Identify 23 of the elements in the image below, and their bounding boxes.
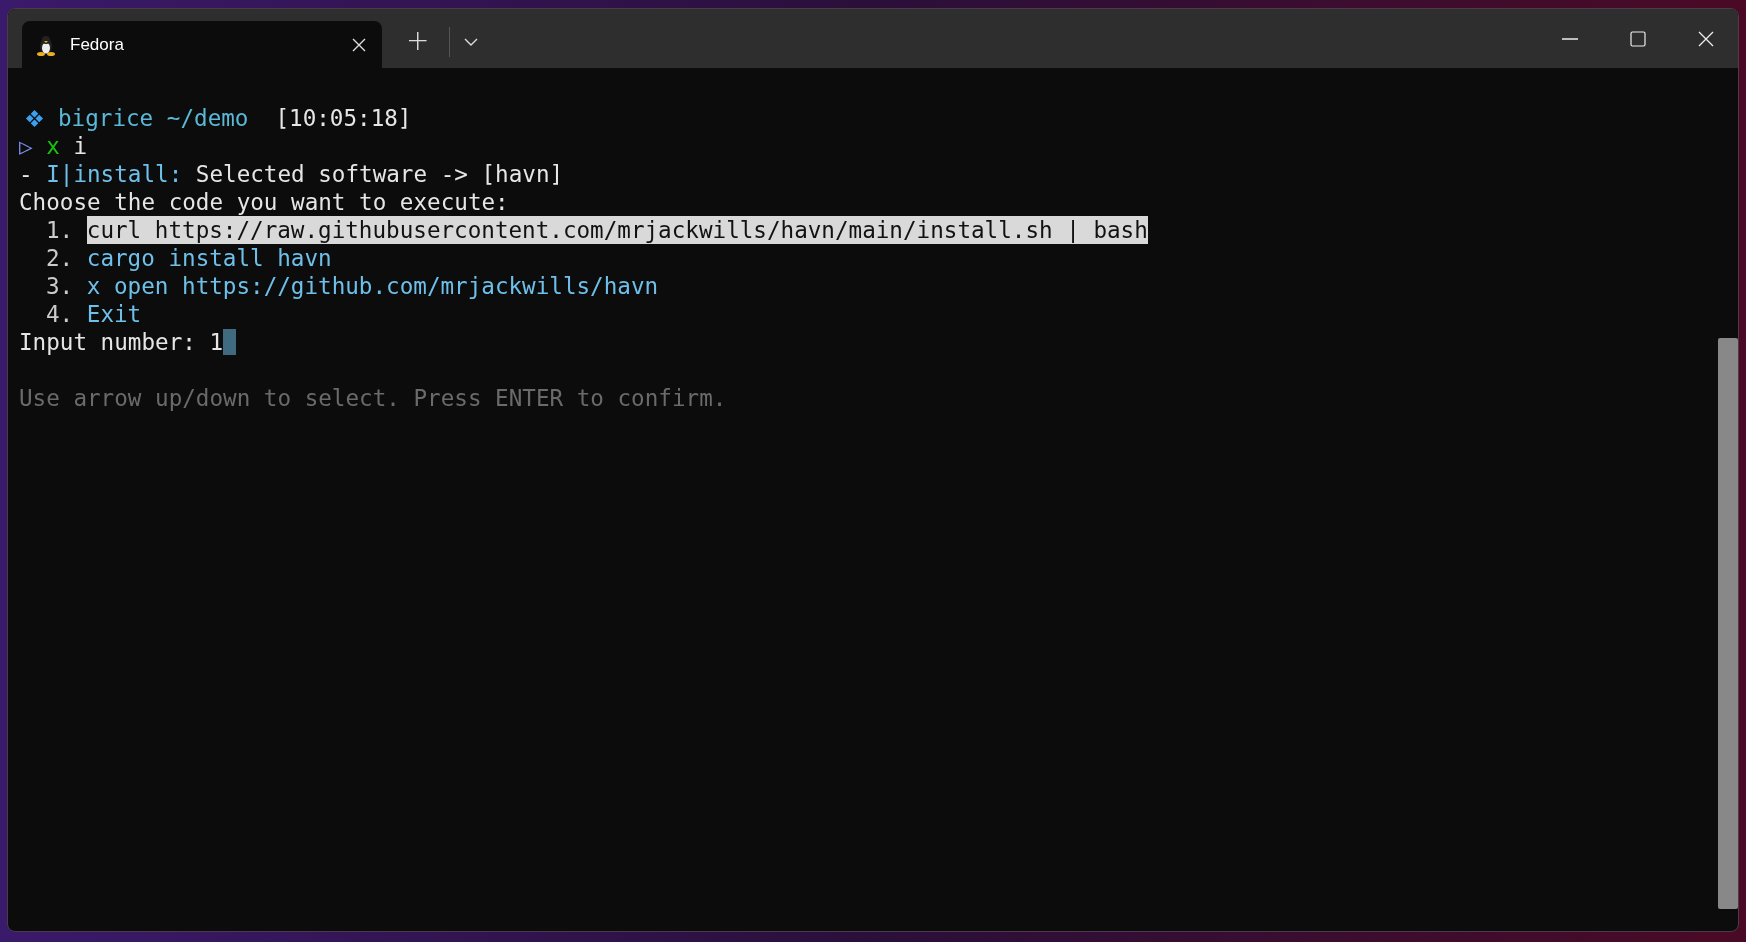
command-args: i — [73, 132, 87, 160]
prompt-time: [10:05:18] — [275, 104, 412, 132]
option-number: 3. — [45, 272, 74, 300]
new-tab-button[interactable]: + — [396, 26, 440, 55]
menu-option[interactable]: curl https://raw.githubusercontent.com/mrjackwills/havn/main/install.sh | bash — [86, 216, 1148, 244]
input-value[interactable]: 1 — [209, 328, 224, 356]
command-program: x — [46, 132, 60, 160]
option-number: 2. — [45, 244, 74, 272]
input-label: Input number: — [19, 328, 196, 356]
status-dash: - — [19, 160, 33, 188]
option-number: 1. — [45, 216, 74, 244]
menu-option[interactable]: Exit — [86, 300, 142, 328]
menu-option[interactable]: cargo install havn — [86, 244, 332, 272]
status-message: Selected software -> [havn] — [195, 160, 564, 188]
hint-text: Use arrow up/down to select. Press ENTER to confirm. — [19, 384, 727, 412]
tab[interactable]: Fedora — [22, 21, 382, 68]
status-tag: I|install: — [46, 160, 183, 188]
prompt-user-path: bigrice ~/demo — [58, 104, 249, 132]
tab-title: Fedora — [70, 34, 125, 55]
menu-heading: Choose the code you want to execute: — [19, 188, 509, 216]
prompt-marker: ▷ — [19, 132, 33, 160]
option-number: 4. — [45, 300, 74, 328]
menu-option[interactable]: x open https://github.com/mrjackwills/havn — [86, 272, 659, 300]
